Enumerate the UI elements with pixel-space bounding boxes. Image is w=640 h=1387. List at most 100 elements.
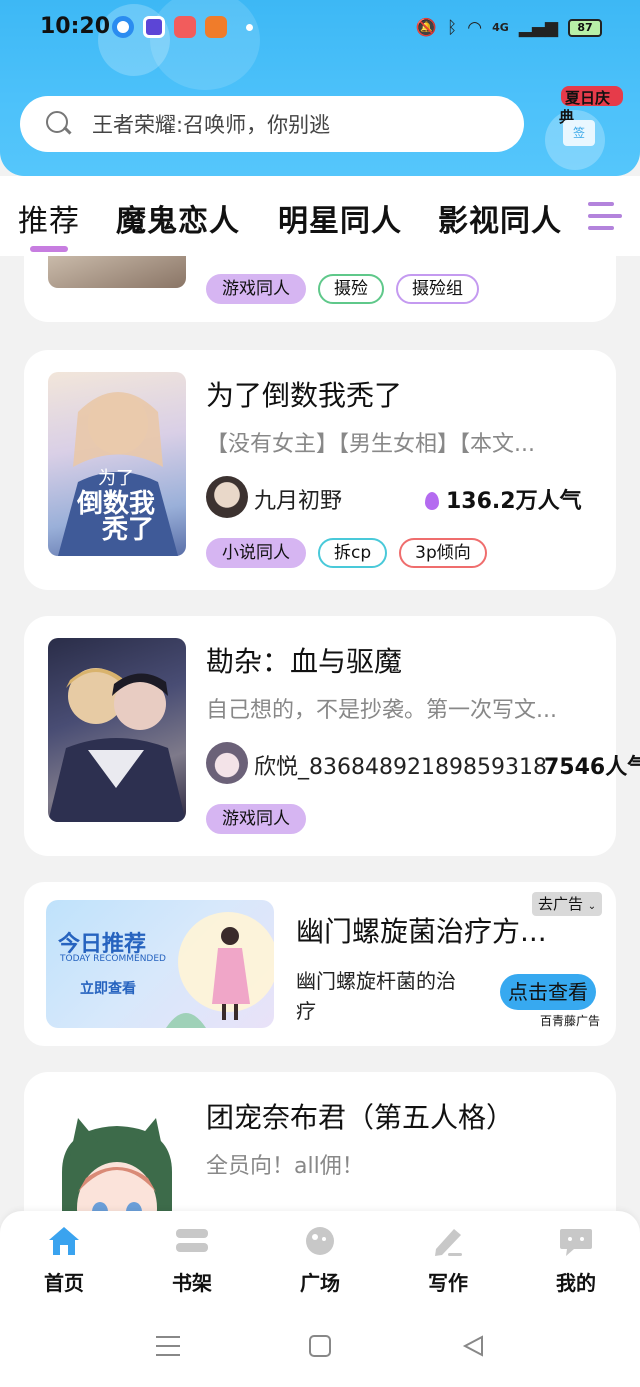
notes-app-icon (143, 16, 165, 38)
tab-active-indicator (30, 246, 68, 252)
sign-in-icon: 签 (563, 120, 595, 146)
story-tags: 游戏同人 摄殓 摄殓组 (206, 274, 479, 304)
remove-ad-label: 去广告 (538, 895, 584, 913)
wifi-icon: ◠ (467, 18, 483, 38)
story-author-row: 欣悦_83684892189859318 7546人气 (206, 742, 640, 786)
story-tag[interactable]: 游戏同人 (206, 274, 306, 304)
summer-event-label: 夏日庆 (561, 86, 623, 106)
ad-title[interactable]: 幽门螺旋菌治疗方... (296, 910, 566, 950)
nav-label: 首页 (44, 1271, 84, 1295)
system-navigation-bar (0, 1307, 640, 1387)
app-header: 10:20 🔕 ᛒ ◠ 4G ▂▄▆ 87 王者荣耀:召唤师，你别逃 夏日庆 典… (0, 0, 640, 176)
story-author-row: 九月初野 136.2万人气 (206, 476, 606, 520)
story-cover (48, 1112, 186, 1211)
story-cover (48, 638, 186, 822)
cover-illustration (62, 1118, 172, 1211)
story-description: 【没有女主】【男生女相】【本文... (206, 432, 535, 457)
back-icon[interactable] (462, 1335, 484, 1361)
story-tag[interactable]: 摄殓 (318, 274, 384, 304)
menu-icon[interactable] (156, 1335, 180, 1361)
tab-film-fanfic[interactable]: 影视同人 (438, 196, 562, 240)
story-card[interactable]: 勘杂：血与驱魔 自己想的，不是抄袭。第一次写文... 欣悦_8368489218… (24, 616, 640, 856)
story-title[interactable]: 团宠奈布君（第五人格） (206, 1096, 514, 1136)
summer-event-button[interactable]: 夏日庆 典 签 (545, 86, 625, 172)
ad-illustration (166, 912, 274, 1028)
story-tag[interactable]: 拆cp (318, 538, 388, 568)
mute-bell-icon: 🔕 (415, 18, 438, 38)
remove-ad-button[interactable]: 去广告 ⌄ (532, 892, 603, 916)
story-card[interactable]: 团宠奈布君（第五人格） 全员向！all佣！ (24, 1072, 616, 1211)
story-description: 自己想的，不是抄袭。第一次写文... (206, 698, 557, 723)
popularity-value: 136.2万人气 (446, 489, 582, 514)
svg-text:为了: 为了 (98, 468, 134, 489)
author-name[interactable]: 九月初野 (254, 483, 342, 515)
browser-app-icon (112, 16, 134, 38)
signal-icon: ▂▄▆ (518, 18, 558, 38)
flame-icon (424, 490, 440, 510)
planet-icon (302, 1223, 338, 1259)
ad-description: 幽门螺旋杆菌的治疗 (296, 969, 456, 1023)
search-icon (46, 111, 72, 137)
ad-image-cta: 立即查看 (80, 981, 136, 997)
status-time: 10:20 (40, 14, 111, 39)
battery-icon: 87 (568, 19, 602, 37)
bookshelf-icon (174, 1223, 210, 1259)
author-avatar[interactable] (206, 476, 248, 518)
ad-card[interactable]: 今日推荐 TODAY RECOMMENDED 立即查看 幽门螺旋菌治疗方... … (24, 882, 616, 1046)
status-icons: 🔕 ᛒ ◠ 4G ▂▄▆ 87 (416, 18, 602, 38)
nav-square[interactable]: 广场 (280, 1223, 360, 1296)
game-app-icon (174, 16, 196, 38)
nav-label: 书架 (172, 1271, 212, 1295)
category-tabs: 推荐 魔鬼恋人 明星同人 影视同人 (0, 176, 640, 256)
status-bar: 10:20 🔕 ᛒ ◠ 4G ▂▄▆ 87 (0, 8, 640, 48)
home-icon (46, 1223, 82, 1259)
ad-source-label: 百青藤广告 (540, 1014, 601, 1028)
story-feed[interactable]: 游戏同人 摄殓 摄殓组 为了 倒数我 秃了 为了倒数我秃了 【没有女主】【男生女… (0, 256, 640, 1211)
nav-label: 我的 (556, 1271, 596, 1295)
tab-recommend[interactable]: 推荐 (18, 196, 80, 240)
story-tags: 小说同人 拆cp 3p倾向 (206, 538, 487, 568)
network-label: 4G (492, 21, 509, 34)
ad-view-button[interactable]: 点击查看 (500, 974, 596, 1010)
cover-illustration: 为了 倒数我 秃了 (58, 392, 178, 556)
story-title[interactable]: 勘杂：血与驱魔 (206, 640, 402, 680)
popularity-count: 7546人气 (544, 755, 640, 780)
bluetooth-icon: ᛒ (447, 18, 458, 38)
category-menu-icon[interactable] (588, 200, 622, 234)
ad-image[interactable]: 今日推荐 TODAY RECOMMENDED 立即查看 (46, 900, 274, 1028)
story-tags: 游戏同人 (206, 804, 306, 834)
nav-bookshelf[interactable]: 书架 (152, 1223, 232, 1296)
nav-home[interactable]: 首页 (24, 1223, 104, 1296)
svg-text:秃了: 秃了 (101, 515, 154, 545)
author-name[interactable]: 欣悦_83684892189859318 (254, 749, 547, 781)
notification-dot (246, 24, 253, 31)
nav-profile[interactable]: 我的 (536, 1223, 616, 1296)
nav-label: 写作 (428, 1271, 468, 1295)
search-bar[interactable]: 王者荣耀:召唤师，你别逃 (20, 96, 524, 152)
story-description: 全员向！all佣！ (206, 1154, 364, 1179)
home-square-icon[interactable] (309, 1335, 331, 1361)
story-card[interactable]: 游戏同人 摄殓 摄殓组 (24, 256, 616, 322)
story-tag[interactable]: 游戏同人 (206, 804, 306, 834)
story-cover (48, 256, 186, 288)
cover-illustration (48, 668, 186, 822)
nav-label: 广场 (300, 1271, 340, 1295)
chevron-down-icon: ⌄ (587, 901, 597, 912)
ad-image-subtitle: TODAY RECOMMENDED (60, 954, 166, 964)
pen-icon (430, 1223, 466, 1259)
story-title[interactable]: 为了倒数我秃了 (206, 374, 402, 414)
search-placeholder: 王者荣耀:召唤师，你别逃 (92, 113, 331, 137)
bottom-navigation: 首页 书架 广场 写作 我的 (0, 1211, 640, 1307)
nav-write[interactable]: 写作 (408, 1223, 488, 1296)
story-card[interactable]: 为了 倒数我 秃了 为了倒数我秃了 【没有女主】【男生女相】【本文... 九月初… (24, 350, 616, 590)
tab-diabolik-lovers[interactable]: 魔鬼恋人 (116, 196, 240, 240)
camera-app-icon (205, 16, 227, 38)
chat-icon (558, 1223, 594, 1259)
tab-celebrity-fanfic[interactable]: 明星同人 (278, 196, 402, 240)
story-tag[interactable]: 小说同人 (206, 538, 306, 568)
story-tag[interactable]: 摄殓组 (396, 274, 479, 304)
story-cover: 为了 倒数我 秃了 (48, 372, 186, 556)
popularity-count: 136.2万人气 (424, 483, 582, 515)
author-avatar[interactable] (206, 742, 248, 784)
story-tag[interactable]: 3p倾向 (399, 538, 487, 568)
